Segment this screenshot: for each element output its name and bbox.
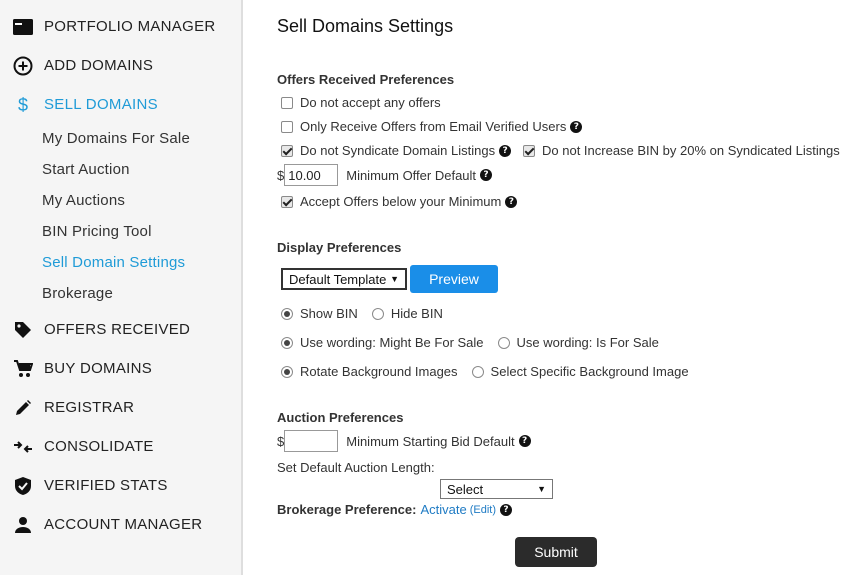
- accept-below-min-checkbox[interactable]: [281, 195, 293, 208]
- preview-button[interactable]: Preview: [410, 265, 498, 293]
- page-title: Sell Domains Settings: [277, 16, 454, 36]
- wording-row: Use wording: Might Be For Sale Use wordi…: [281, 335, 659, 350]
- min-offer-row: $ Minimum Offer Default ?: [277, 164, 493, 186]
- nav-consolidate[interactable]: CONSOLIDATE: [0, 427, 240, 466]
- help-icon[interactable]: ?: [505, 195, 518, 208]
- accept-below-min-row: Accept Offers below your Minimum ?: [281, 194, 518, 209]
- nav-label: VERIFIED STATS: [44, 477, 168, 494]
- brokerage-activate-link[interactable]: Activate: [420, 502, 466, 517]
- plus-circle-icon: [12, 55, 34, 77]
- bin-visibility-row: Show BIN Hide BIN: [281, 306, 443, 321]
- offers-section-title: Offers Received Preferences: [277, 72, 455, 87]
- no-syndicate-row: Do not Syndicate Domain Listings ?: [281, 143, 512, 158]
- auction-length-row: Set Default Auction Length:: [277, 460, 441, 475]
- specific-bg-label: Select Specific Background Image: [490, 364, 689, 379]
- wording-is-label: Use wording: Is For Sale: [516, 335, 659, 350]
- nav-add-domains[interactable]: ADD DOMAINS: [0, 46, 240, 85]
- help-icon[interactable]: ?: [518, 435, 531, 447]
- nav-label: BUY DOMAINS: [44, 360, 153, 377]
- dropdown-arrow-icon: ▼: [390, 274, 399, 284]
- show-bin-radio[interactable]: [281, 307, 293, 320]
- no-syndicate-checkbox[interactable]: [281, 144, 293, 157]
- min-offer-input[interactable]: [284, 164, 339, 186]
- pencil-icon: [12, 397, 34, 419]
- verified-only-label: Only Receive Offers from Email Verified …: [300, 119, 567, 134]
- no-syndicate-label: Do not Syndicate Domain Listings: [300, 143, 496, 158]
- hide-bin-radio[interactable]: [371, 307, 384, 320]
- auction-section-title: Auction Preferences: [277, 410, 404, 425]
- no-increase-bin-label: Do not Increase BIN by 20% on Syndicated…: [542, 143, 840, 158]
- sidebar: PORTFOLIO MANAGER ADD DOMAINS $ SELL DOM…: [0, 0, 243, 575]
- nav-buy-domains[interactable]: BUY DOMAINS: [0, 349, 240, 388]
- nav-portfolio-manager[interactable]: PORTFOLIO MANAGER: [0, 7, 240, 46]
- do-not-accept-label: Do not accept any offers: [300, 95, 441, 110]
- brokerage-label: Brokerage Preference:: [277, 502, 417, 517]
- display-section-title: Display Preferences: [277, 240, 402, 255]
- auction-length-select[interactable]: Select ▼: [440, 479, 553, 499]
- nav-label: OFFERS RECEIVED: [44, 321, 191, 338]
- specific-bg-radio[interactable]: [471, 365, 484, 378]
- no-increase-bin-row: Do not Increase BIN by 20% on Syndicated…: [523, 143, 840, 158]
- svg-text:$: $: [18, 95, 28, 115]
- verified-only-checkbox[interactable]: [281, 120, 293, 133]
- nav-registrar[interactable]: REGISTRAR: [0, 388, 240, 427]
- min-offer-label: Minimum Offer Default: [346, 167, 477, 183]
- shield-check-icon: [12, 475, 34, 497]
- nav-label: SELL DOMAINS: [44, 96, 158, 113]
- sub-my-domains-for-sale[interactable]: My Domains For Sale: [42, 130, 190, 147]
- help-icon[interactable]: ?: [500, 503, 512, 516]
- portfolio-icon: [12, 16, 34, 38]
- accept-below-min-label: Accept Offers below your Minimum: [300, 194, 502, 209]
- wording-might-radio[interactable]: [281, 336, 293, 349]
- nav-account-manager[interactable]: ACCOUNT MANAGER: [0, 505, 240, 544]
- nav-offers-received[interactable]: OFFERS RECEIVED: [0, 310, 240, 349]
- template-selected-value: Default Template: [289, 271, 387, 287]
- help-icon[interactable]: ?: [499, 144, 512, 157]
- min-bid-label: Minimum Starting Bid Default: [346, 433, 515, 449]
- consolidate-arrows-icon: [12, 436, 34, 458]
- auction-length-selected-value: Select: [447, 481, 484, 497]
- template-select[interactable]: Default Template ▼: [281, 268, 407, 290]
- nav-label: ADD DOMAINS: [44, 57, 154, 74]
- cart-icon: [12, 358, 34, 380]
- brokerage-row: Brokerage Preference: Activate (Edit) ?: [277, 502, 512, 517]
- wording-might-label: Use wording: Might Be For Sale: [300, 335, 484, 350]
- sub-sell-domain-settings[interactable]: Sell Domain Settings: [42, 254, 185, 271]
- rotate-bg-radio[interactable]: [281, 365, 293, 378]
- nav-label: REGISTRAR: [44, 399, 135, 416]
- do-not-accept-checkbox[interactable]: [281, 96, 293, 109]
- rotate-bg-label: Rotate Background Images: [300, 364, 458, 379]
- help-icon[interactable]: ?: [480, 169, 493, 181]
- nav-label: ACCOUNT MANAGER: [44, 516, 203, 533]
- background-row: Rotate Background Images Select Specific…: [281, 364, 689, 379]
- offers-do-not-accept-row: Do not accept any offers: [281, 95, 441, 110]
- verified-only-row: Only Receive Offers from Email Verified …: [281, 119, 583, 134]
- submit-button[interactable]: Submit: [515, 537, 597, 567]
- min-bid-input[interactable]: [284, 430, 339, 452]
- nav-label: PORTFOLIO MANAGER: [44, 18, 216, 35]
- hide-bin-label: Hide BIN: [390, 306, 443, 321]
- min-bid-currency: $: [277, 433, 285, 449]
- tag-icon: [12, 319, 34, 341]
- sub-my-auctions[interactable]: My Auctions: [42, 192, 125, 209]
- min-bid-row: $ Minimum Starting Bid Default ?: [277, 430, 531, 452]
- nav-sell-domains[interactable]: $ SELL DOMAINS: [0, 85, 240, 124]
- wording-is-radio[interactable]: [497, 336, 510, 349]
- nav-verified-stats[interactable]: VERIFIED STATS: [0, 466, 240, 505]
- show-bin-label: Show BIN: [300, 306, 358, 321]
- auction-length-label: Set Default Auction Length:: [277, 460, 435, 475]
- sub-start-auction[interactable]: Start Auction: [42, 161, 130, 178]
- main-content: Sell Domains Settings Offers Received Pr…: [243, 0, 850, 575]
- nav-label: CONSOLIDATE: [44, 438, 154, 455]
- no-increase-bin-checkbox[interactable]: [523, 144, 535, 157]
- dollar-icon: $: [12, 94, 34, 116]
- sub-bin-pricing-tool[interactable]: BIN Pricing Tool: [42, 223, 152, 240]
- help-icon[interactable]: ?: [570, 120, 583, 133]
- min-offer-currency: $: [277, 167, 285, 183]
- brokerage-edit-link[interactable]: (Edit): [470, 504, 496, 516]
- sub-brokerage[interactable]: Brokerage: [42, 285, 113, 302]
- person-icon: [12, 514, 34, 536]
- dropdown-arrow-icon: ▼: [537, 484, 546, 494]
